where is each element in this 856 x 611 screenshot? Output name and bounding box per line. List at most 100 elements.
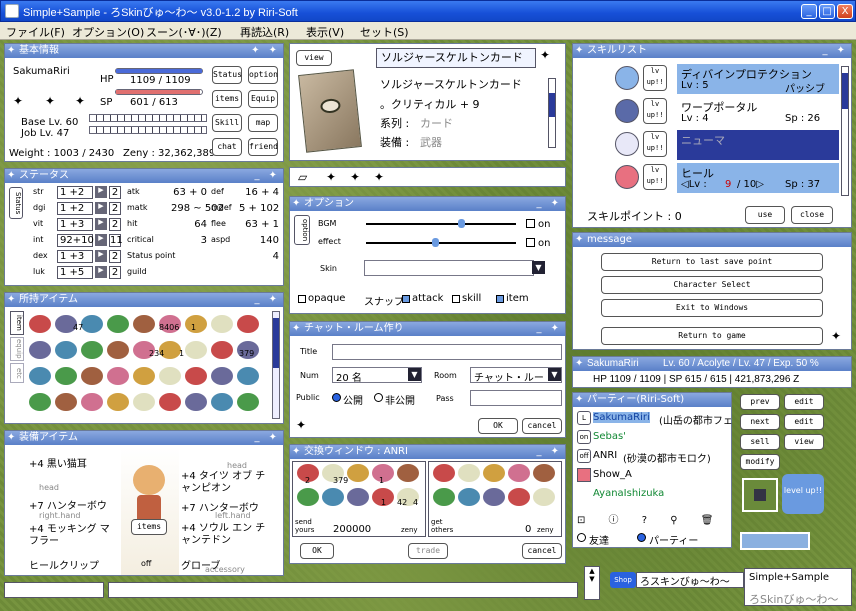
inventory-item[interactable] bbox=[185, 341, 207, 359]
option-button[interactable]: option bbox=[248, 66, 278, 84]
skill-lvup-button[interactable]: lv up!! bbox=[643, 131, 667, 157]
snap-item-checkbox[interactable] bbox=[496, 295, 504, 303]
party-tools[interactable]: ⊡ ⓘ ? ⚲ 🗑 bbox=[577, 511, 727, 527]
inventory-item[interactable] bbox=[211, 341, 233, 359]
option-header[interactable]: ✦ オプション _ ✦ bbox=[290, 197, 565, 211]
inventory-item[interactable] bbox=[237, 315, 259, 333]
skill-lvup-button[interactable]: lv up!! bbox=[643, 65, 667, 91]
inventory-item[interactable] bbox=[29, 341, 51, 359]
effect-slider-thumb[interactable] bbox=[432, 238, 439, 247]
equip-armor[interactable]: +4 タイツ オブ チャンピオン bbox=[181, 471, 273, 495]
trade-item[interactable] bbox=[322, 488, 344, 506]
skill-button[interactable]: Skill bbox=[212, 114, 242, 132]
trade-item[interactable] bbox=[347, 488, 369, 506]
menu-reload[interactable]: 再読込(R) bbox=[240, 24, 289, 40]
chevron-down-icon[interactable]: ▼ bbox=[532, 261, 545, 274]
trade-item[interactable] bbox=[433, 488, 455, 506]
items-button[interactable]: items bbox=[212, 90, 242, 108]
card-scrollbar[interactable] bbox=[548, 78, 556, 148]
shop-badge[interactable]: Shop bbox=[610, 572, 636, 588]
window-titlebar[interactable]: Simple+Sample - ろSkinびゅ～わ～ v3.0-1.2 by R… bbox=[0, 0, 856, 22]
chat-pass-input[interactable] bbox=[470, 390, 562, 406]
trade-item[interactable] bbox=[347, 464, 369, 482]
trade-item[interactable] bbox=[533, 488, 555, 506]
edit-button-2[interactable]: edit bbox=[784, 414, 824, 430]
window-controls[interactable]: ✦ ✦ bbox=[251, 44, 280, 58]
menu-view[interactable]: 表示(V) bbox=[306, 24, 344, 40]
inventory-item[interactable] bbox=[133, 315, 155, 333]
stat-up-button[interactable]: ▶ bbox=[95, 202, 107, 214]
minimap[interactable]: Simple+Sample ろSkinびゅ～わ～ bbox=[744, 568, 852, 606]
skill-lvup-button[interactable]: lv up!! bbox=[643, 98, 667, 124]
skill-use-button[interactable]: use bbox=[745, 206, 785, 224]
inventory-item[interactable] bbox=[211, 367, 233, 385]
inventory-item[interactable] bbox=[81, 315, 103, 333]
inventory-item[interactable] bbox=[237, 367, 259, 385]
trade-item[interactable] bbox=[483, 488, 505, 506]
stat-up-button[interactable]: ▶ bbox=[95, 218, 107, 230]
stat-up-button[interactable]: ▶ bbox=[95, 266, 107, 278]
char-info-header[interactable]: ✦ SakumaRiri Lv. 60 / Acolyte / Lv. 47 / E… bbox=[573, 357, 851, 371]
skill-close-button[interactable]: close bbox=[791, 206, 833, 224]
inventory-item[interactable] bbox=[29, 393, 51, 411]
equip-garment[interactable]: +4 モッキング マフラー bbox=[29, 524, 117, 548]
inventory-item[interactable] bbox=[211, 315, 233, 333]
equip-footgear[interactable]: +4 ソウル エン チャンテドン bbox=[181, 523, 273, 547]
chat-ok-button[interactable]: OK bbox=[478, 418, 518, 434]
status-button[interactable]: Status bbox=[212, 66, 242, 84]
snap-skill-checkbox[interactable] bbox=[452, 295, 460, 303]
inventory-item[interactable] bbox=[107, 341, 129, 359]
items-toggle-button[interactable]: items bbox=[131, 519, 167, 535]
inventory-scrollbar[interactable] bbox=[272, 311, 280, 419]
window-controls[interactable]: _ ✦ bbox=[536, 197, 562, 211]
stat-up-button[interactable]: ▶ bbox=[95, 234, 107, 246]
party-member-name[interactable]: SakumaRiri bbox=[593, 412, 650, 423]
chat-scroll[interactable]: ▲ ▼ bbox=[584, 566, 600, 600]
bgm-checkbox[interactable] bbox=[526, 219, 535, 228]
inventory-item[interactable] bbox=[237, 393, 259, 411]
trade-item[interactable] bbox=[508, 464, 530, 482]
inventory-item[interactable] bbox=[55, 341, 77, 359]
party-radio[interactable] bbox=[637, 533, 646, 542]
skill-row-1[interactable]: ワープポータル Lv : 4 Sp : 26 bbox=[677, 97, 839, 127]
status-side-tab[interactable]: Status bbox=[9, 187, 23, 219]
bgm-slider[interactable] bbox=[366, 223, 516, 225]
chat-input-main[interactable] bbox=[108, 582, 578, 598]
inventory-item[interactable] bbox=[107, 315, 129, 333]
skill-row-3[interactable]: ヒール ◁Lv :9/ 10▷ Sp : 37 bbox=[677, 163, 839, 193]
trade-item[interactable] bbox=[297, 488, 319, 506]
friend-button[interactable]: friend bbox=[248, 138, 278, 156]
menu-file[interactable]: ファイル(F) bbox=[6, 24, 65, 40]
exit-windows-button[interactable]: Exit to Windows bbox=[601, 299, 823, 317]
stat-up-button[interactable]: ▶ bbox=[95, 250, 107, 262]
shop-name[interactable]: ろスキンびゅ～わ～ bbox=[636, 572, 744, 588]
chat-title-input[interactable] bbox=[332, 344, 562, 360]
equip-right-hand[interactable]: +7 ハンターボウ bbox=[29, 497, 107, 512]
trade-item[interactable] bbox=[433, 464, 455, 482]
menu-set[interactable]: セット(S) bbox=[360, 24, 409, 40]
option-side-tab[interactable]: option bbox=[294, 215, 310, 245]
trade-header[interactable]: ✦ 交換ウィンドウ : ANRI _ ✦ bbox=[290, 445, 565, 459]
party-member-name[interactable]: Sebas' bbox=[593, 431, 626, 442]
inventory-item[interactable] bbox=[211, 393, 233, 411]
stat-up-button[interactable]: ▶ bbox=[95, 186, 107, 198]
chat-cancel-button[interactable]: cancel bbox=[522, 418, 562, 434]
trade-cancel-button[interactable]: cancel bbox=[522, 543, 562, 559]
equipment-header[interactable]: ✦ 装備アイテム _ ✦ bbox=[5, 431, 283, 445]
opaque-checkbox[interactable] bbox=[298, 295, 306, 303]
inventory-item[interactable] bbox=[29, 367, 51, 385]
status-header[interactable]: ✦ ステータス _ ✦ bbox=[5, 169, 283, 183]
level-up-button[interactable]: level up!! bbox=[782, 474, 824, 514]
skill-row-2[interactable]: ニューマ bbox=[677, 130, 839, 160]
inventory-item[interactable] bbox=[133, 367, 155, 385]
modify-button[interactable]: modify bbox=[740, 454, 780, 470]
menu-option[interactable]: オプション(O) bbox=[72, 24, 144, 40]
effect-checkbox[interactable] bbox=[526, 238, 535, 247]
tab-equip[interactable]: equip bbox=[10, 337, 24, 361]
window-controls[interactable]: _ ✦ bbox=[536, 322, 562, 336]
window-controls[interactable]: _ ✦ bbox=[536, 445, 562, 459]
inventory-item[interactable] bbox=[81, 393, 103, 411]
basic-info-header[interactable]: ✦ 基本情報 ✦ ✦ bbox=[5, 44, 283, 58]
party-member-name[interactable]: ANRI bbox=[593, 450, 617, 461]
chevron-down-icon[interactable]: ▼ bbox=[408, 368, 421, 381]
